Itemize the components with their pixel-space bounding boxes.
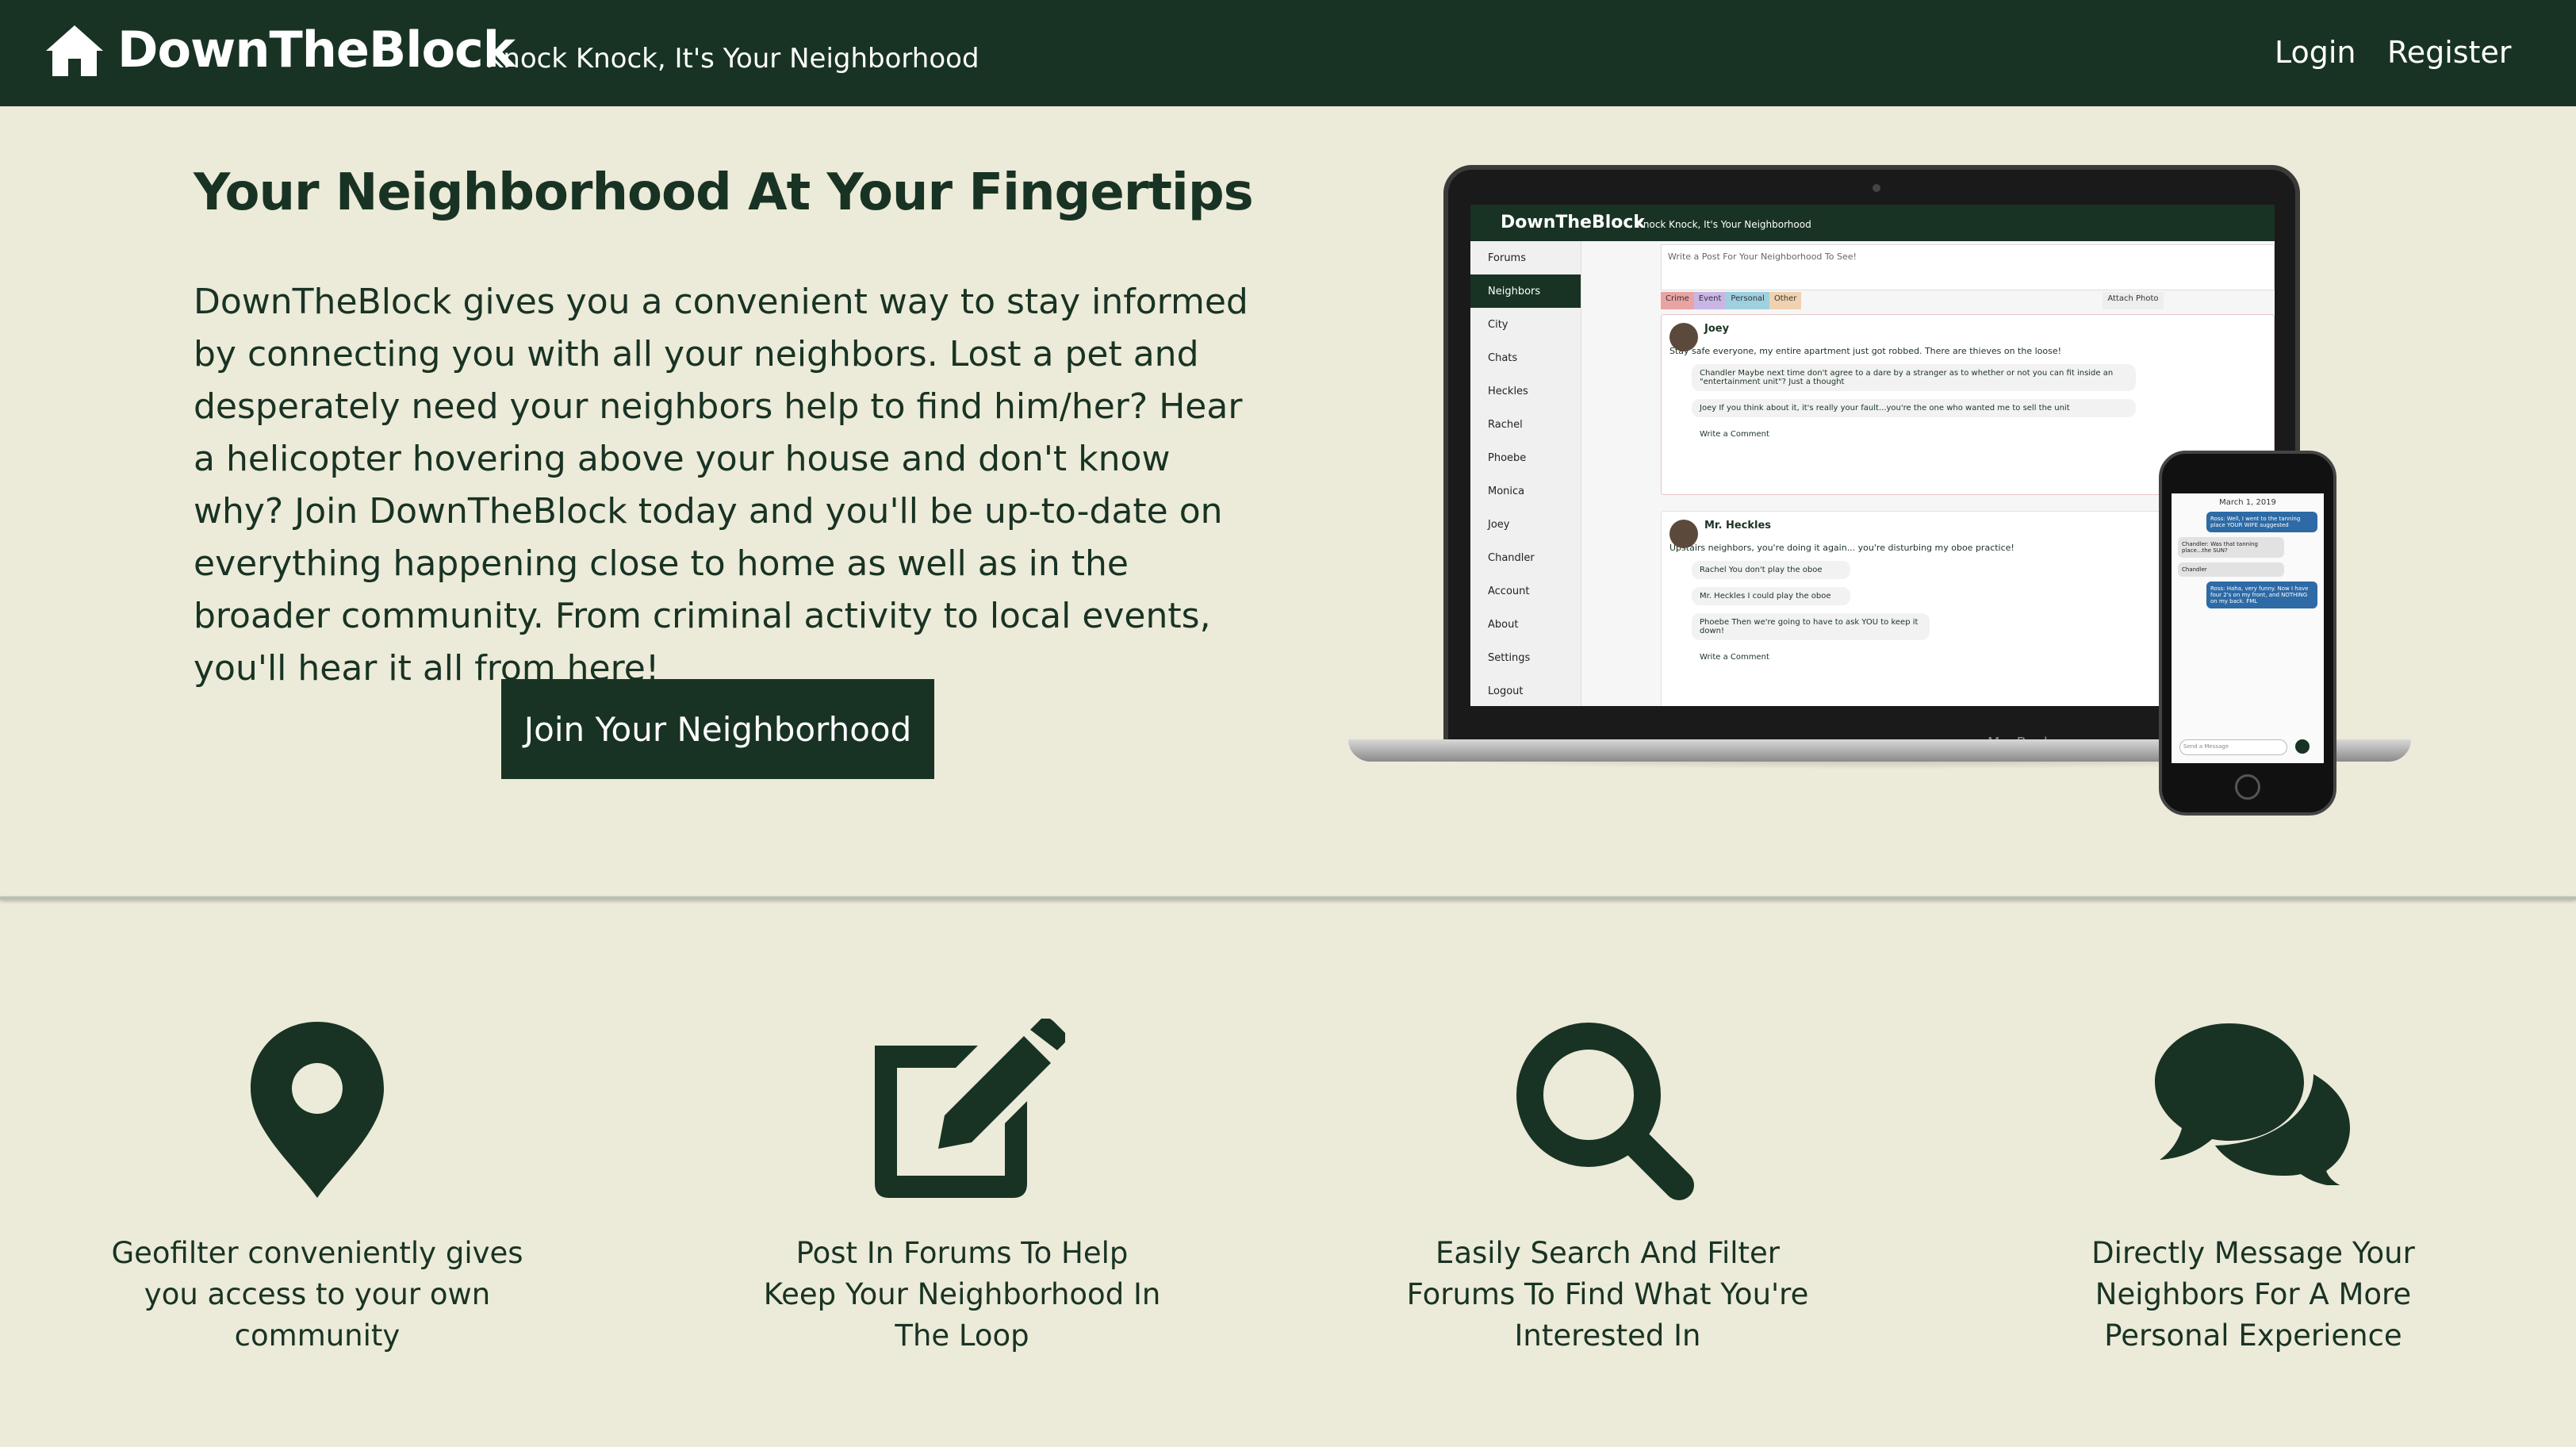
screen-sidebar-item: Joey	[1488, 518, 1510, 531]
phone-message: Ross: Haha, very funny. Now I have four …	[2206, 581, 2317, 608]
section-divider	[0, 896, 2576, 900]
screen-sidebar-item: Heckles	[1488, 385, 1528, 397]
brand-name[interactable]: DownTheBlock	[117, 21, 516, 79]
feature-text: Post In Forums To Help Keep Your Neighbo…	[763, 1236, 1161, 1353]
screen-sidebar-item: Account	[1488, 585, 1530, 597]
login-link[interactable]: Login	[2275, 35, 2356, 70]
phone-chat-date: March 1, 2019	[2219, 498, 2276, 507]
join-neighborhood-button[interactable]: Join Your Neighborhood	[501, 679, 934, 779]
screen-navbar: DownTheBlock Knock Knock, It's Your Neig…	[1470, 205, 2275, 241]
search-icon	[1516, 1023, 1694, 1200]
screen-tag-other: Other	[1769, 292, 1802, 309]
send-icon	[2295, 739, 2310, 754]
screen-sidebar-item: Monica	[1488, 485, 1525, 497]
screen-sidebar-item: Phoebe	[1488, 451, 1527, 464]
register-link[interactable]: Register	[2387, 35, 2511, 70]
avatar	[1669, 323, 1698, 351]
feature-text: Geofilter conveniently gives you access …	[111, 1236, 523, 1353]
avatar	[1669, 520, 1698, 548]
screen-comment: Rachel You don't play the oboe	[1692, 561, 1850, 579]
screen-sidebar-item: Forums	[1488, 251, 1526, 264]
laptop-camera	[1873, 184, 1880, 192]
screen-sidebar-item: Settings	[1488, 651, 1531, 664]
screen-comment: Joey If you think about it, it's really …	[1692, 399, 2136, 417]
phone-screen: March 1, 2019 Ross: Well, I went to the …	[2172, 493, 2324, 763]
screen-post-author: Joey	[1704, 323, 1730, 335]
map-pin-icon	[251, 1022, 384, 1198]
screen-tag-bar: Crime Event Personal Other Attach Photo	[1661, 292, 2164, 309]
screen-brand: DownTheBlock	[1501, 213, 1646, 232]
feature-forums: Post In Forums To Help Keep Your Neighbo…	[756, 1019, 1168, 1353]
laptop-screen: DownTheBlock Knock Knock, It's Your Neig…	[1470, 205, 2275, 706]
screen-sidebar-item: City	[1488, 318, 1508, 331]
feature-geofilter: Geofilter conveniently gives you access …	[111, 1019, 523, 1353]
screen-sidebar-item: About	[1488, 618, 1519, 631]
screen-sidebar: Forums Neighbors City Chats Heckles Rach…	[1470, 241, 1581, 706]
screen-sidebar-item: Logout	[1488, 685, 1524, 697]
feature-text: Directly Message Your Neighbors For A Mo…	[2091, 1236, 2415, 1353]
screen-tag-event: Event	[1693, 292, 1727, 309]
phone-message: Ross: Well, I went to the tanning place …	[2206, 512, 2317, 532]
screen-post-body: Stay safe everyone, my entire apartment …	[1669, 346, 2062, 356]
phone-message: Chandler: Was that tanning place...the S…	[2178, 537, 2284, 558]
navbar: DownTheBlock Knock Knock, It's Your Neig…	[0, 0, 2576, 106]
screen-tag-crime: Crime	[1661, 292, 1694, 309]
brand-tagline: Knock Knock, It's Your Neighborhood	[485, 43, 979, 75]
hero-title: Your Neighborhood At Your Fingertips	[194, 163, 1254, 222]
feature-text: Easily Search And Filter Forums To Find …	[1406, 1236, 1809, 1353]
screen-comment: Chandler Maybe next time don't agree to …	[1692, 364, 2136, 391]
screen-sidebar-item: Rachel	[1488, 418, 1523, 431]
screen-tagline: Knock Knock, It's Your Neighborhood	[1637, 219, 1811, 230]
phone-home-button	[2235, 774, 2260, 800]
screen-sidebar-item: Chandler	[1488, 551, 1535, 564]
screen-attach-photo: Attach Photo	[2103, 292, 2164, 309]
screen-comment: Phoebe Then we're going to have to ask Y…	[1692, 613, 1930, 640]
screen-comment: Mr. Heckles I could play the oboe	[1692, 587, 1850, 605]
screen-post-input: Write a Post For Your Neighborhood To Se…	[1661, 244, 2275, 290]
hero-description: DownTheBlock gives you a convenient way …	[194, 282, 1248, 689]
screen-sidebar-item: Neighbors	[1470, 274, 1581, 308]
feature-messaging: Directly Message Your Neighbors For A Mo…	[2047, 1019, 2459, 1353]
feature-search: Easily Search And Filter Forums To Find …	[1401, 1019, 1814, 1353]
edit-icon	[875, 1019, 1065, 1198]
screen-tag-personal: Personal	[1726, 292, 1769, 309]
phone: March 1, 2019 Ross: Well, I went to the …	[2159, 451, 2336, 816]
device-mockup-image: DownTheBlock Knock Knock, It's Your Neig…	[1317, 159, 2443, 825]
chat-bubbles-icon	[2155, 1023, 2350, 1185]
phone-message: Chandler	[2178, 562, 2284, 577]
phone-message-input: Send a Message	[2179, 739, 2287, 755]
screen-comment-input: Write a Comment	[1692, 425, 2136, 443]
screen-comment-input: Write a Comment	[1692, 648, 2136, 666]
home-icon[interactable]	[44, 24, 105, 78]
screen-sidebar-item: Chats	[1488, 351, 1518, 364]
